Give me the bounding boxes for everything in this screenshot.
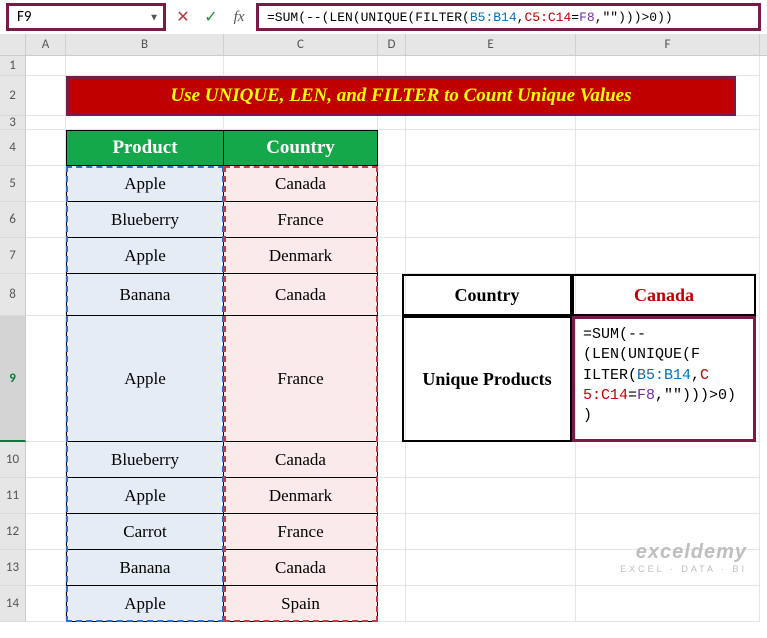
table-cell[interactable]: Carrot [66, 514, 224, 550]
formula-text-suffix: ,"")))>0)) [595, 10, 673, 25]
name-box-value: F9 [17, 8, 32, 26]
table-cell[interactable]: Banana [66, 550, 224, 586]
column-headers: A B C D E F [0, 34, 767, 56]
formula-input[interactable]: =SUM(--(LEN(UNIQUE(FILTER( B5:B14 , C5:C… [256, 3, 761, 31]
table-cell[interactable]: Banana [66, 274, 224, 316]
table-cell[interactable]: France [224, 514, 378, 550]
table-cell[interactable]: Apple [66, 316, 224, 442]
row-header[interactable]: 10 [0, 442, 26, 478]
table-cell[interactable]: France [224, 202, 378, 238]
col-header-d[interactable]: D [378, 34, 406, 55]
spreadsheet-grid: A B C D E F 1 2 3 4 5 6 7 8 9 10 11 12 1… [0, 34, 767, 622]
table-cell[interactable]: Apple [66, 478, 224, 514]
table-cell[interactable]: Blueberry [66, 442, 224, 478]
table-cell[interactable]: France [224, 316, 378, 442]
row-header[interactable]: 4 [0, 130, 26, 166]
name-box[interactable]: F9 ▼ [6, 3, 166, 31]
title-banner: Use UNIQUE, LEN, and FILTER to Count Uni… [66, 76, 736, 116]
row-header-active[interactable]: 9 [0, 316, 26, 442]
row-header[interactable]: 13 [0, 550, 26, 586]
table-cell[interactable]: Blueberry [66, 202, 224, 238]
row-header[interactable]: 5 [0, 166, 26, 202]
formula-bar: F9 ▼ ✕ ✓ fx =SUM(--(LEN(UNIQUE(FILTER( B… [0, 0, 767, 34]
row-header[interactable]: 3 [0, 116, 26, 130]
table-cell[interactable]: Denmark [224, 478, 378, 514]
row-header[interactable]: 14 [0, 586, 26, 622]
cancel-icon[interactable]: ✕ [172, 6, 194, 28]
table-cell[interactable]: Canada [224, 442, 378, 478]
data-table: Product Country AppleCanada BlueberryFra… [66, 130, 378, 622]
table-cell[interactable]: Spain [224, 586, 378, 622]
header-product[interactable]: Product [66, 130, 224, 166]
formula-edit-cell[interactable]: =SUM(-- (LEN(UNIQUE(F ILTER(B5:B14,C 5:C… [572, 316, 756, 442]
header-country[interactable]: Country [224, 130, 378, 166]
col-header-e[interactable]: E [406, 34, 576, 55]
table-cell[interactable]: Apple [66, 586, 224, 622]
country-value-cell[interactable]: Canada [572, 274, 756, 316]
table-header: Product Country [66, 130, 378, 166]
row-header[interactable]: 1 [0, 56, 26, 76]
table-cell[interactable]: Denmark [224, 238, 378, 274]
row-header[interactable]: 2 [0, 76, 26, 116]
chevron-down-icon[interactable]: ▼ [149, 11, 159, 24]
grid-rows: 1 2 3 4 5 6 7 8 9 10 11 12 13 14 Use UNI… [0, 56, 767, 622]
select-all-corner[interactable] [0, 34, 26, 55]
table-cell[interactable]: Canada [224, 274, 378, 316]
table-cell[interactable]: Apple [66, 238, 224, 274]
col-header-b[interactable]: B [66, 34, 224, 55]
row-header[interactable]: 6 [0, 202, 26, 238]
table-cell[interactable]: Canada [224, 550, 378, 586]
table-cell[interactable]: Canada [224, 166, 378, 202]
formula-range2: C5:C14 [524, 10, 571, 25]
formula-range3: F8 [579, 10, 595, 25]
accept-icon[interactable]: ✓ [200, 6, 222, 28]
table-body: AppleCanada BlueberryFrance AppleDenmark… [66, 166, 378, 622]
side-table: Country Canada Unique Products =SUM(-- (… [402, 274, 756, 442]
row-header[interactable]: 11 [0, 478, 26, 514]
country-label-cell[interactable]: Country [402, 274, 572, 316]
unique-products-label[interactable]: Unique Products [402, 316, 572, 442]
row-header[interactable]: 12 [0, 514, 26, 550]
col-header-c[interactable]: C [224, 34, 378, 55]
row-header[interactable]: 8 [0, 274, 26, 316]
fx-icon[interactable]: fx [228, 6, 250, 28]
formula-range1: B5:B14 [470, 10, 517, 25]
row-header[interactable]: 7 [0, 238, 26, 274]
col-header-f[interactable]: F [576, 34, 760, 55]
banner-text: Use UNIQUE, LEN, and FILTER to Count Uni… [170, 85, 631, 107]
col-header-a[interactable]: A [26, 34, 66, 55]
table-cell[interactable]: Apple [66, 166, 224, 202]
formula-text-prefix: =SUM(--(LEN(UNIQUE(FILTER( [267, 10, 470, 25]
